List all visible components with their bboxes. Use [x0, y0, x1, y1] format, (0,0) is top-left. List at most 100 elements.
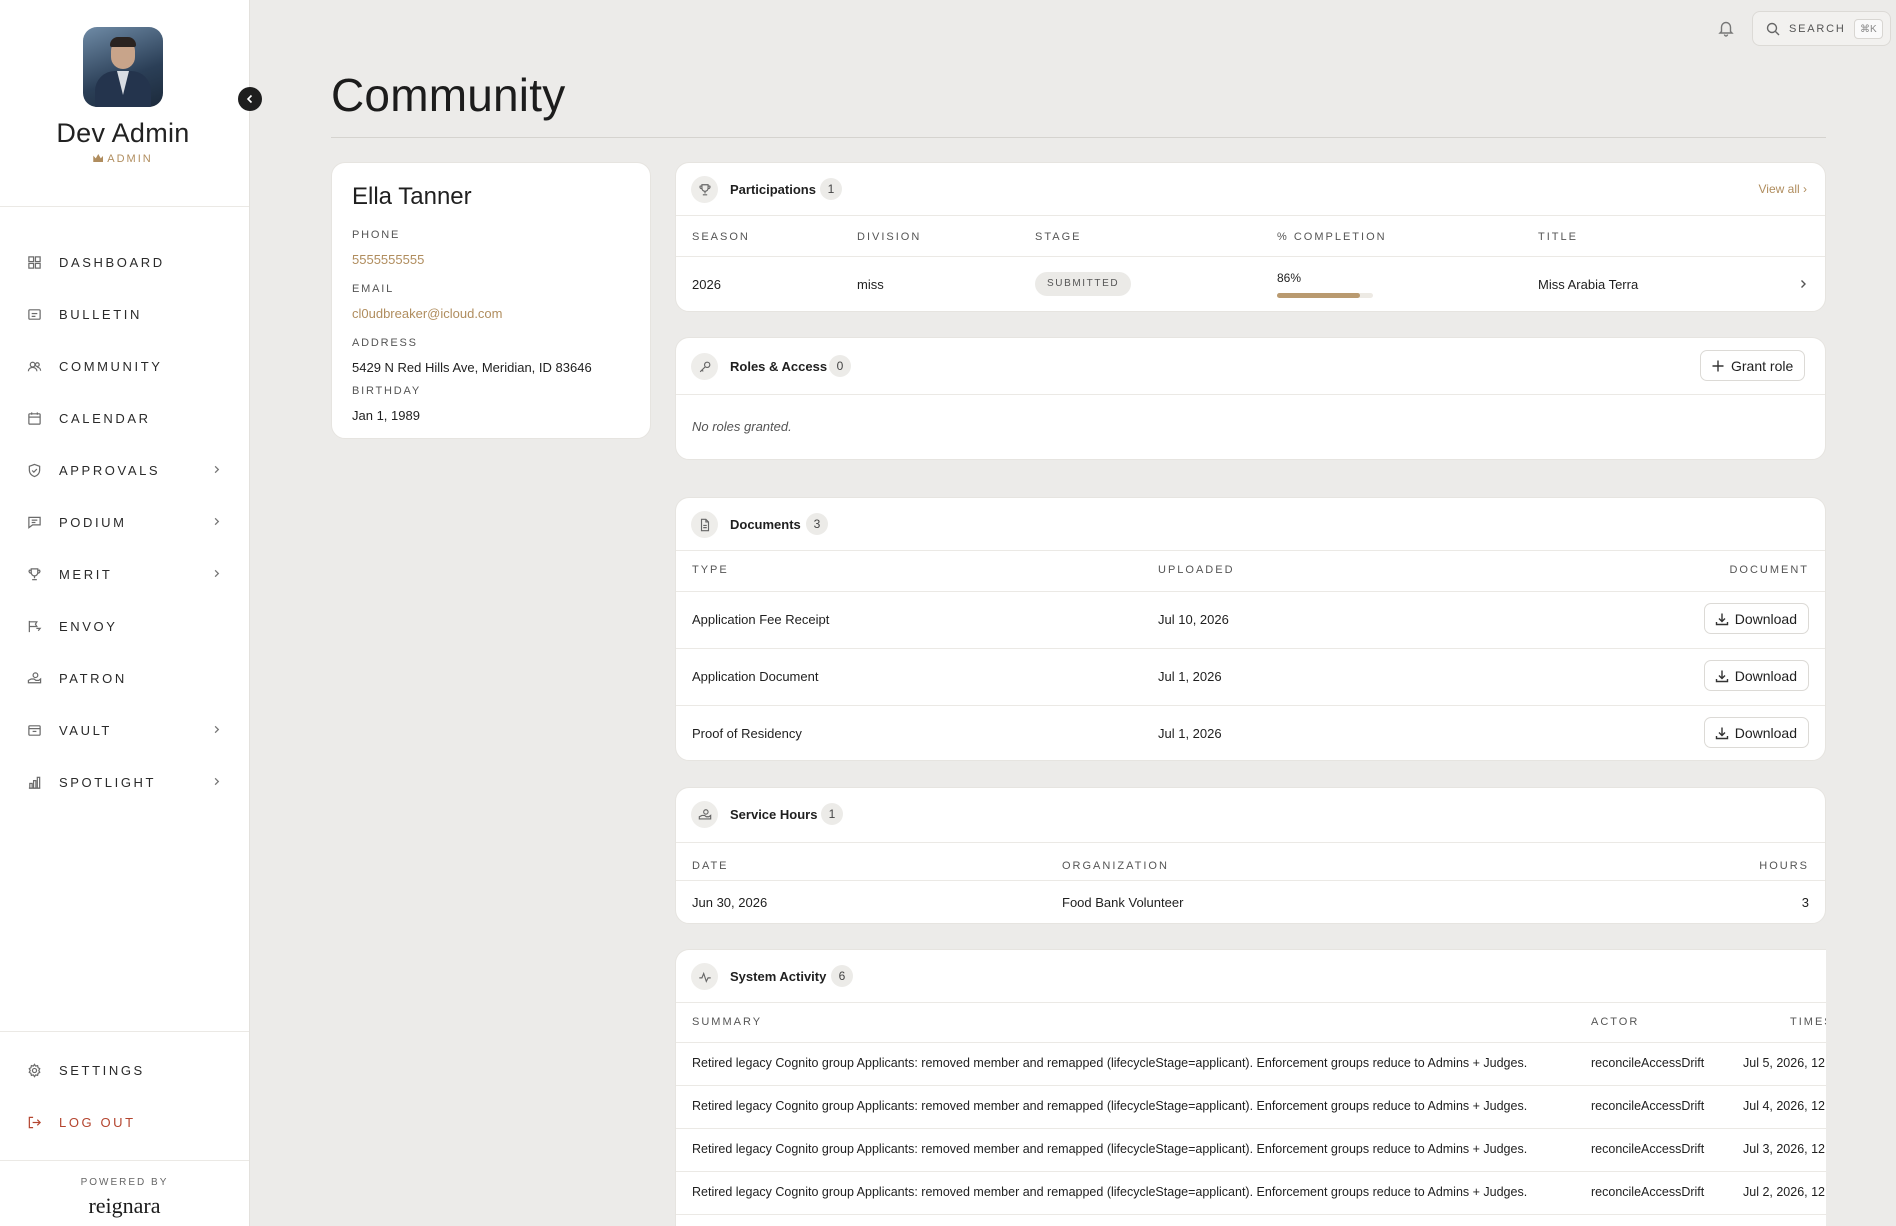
sidebar-item-calendar[interactable]: CALENDAR — [0, 398, 248, 438]
card-header: Service Hours 1 — [676, 788, 1825, 843]
email-link[interactable]: cl0udbreaker@icloud.com — [352, 306, 503, 321]
phone-link[interactable]: 5555555555 — [352, 252, 424, 267]
gear-icon — [28, 1063, 41, 1078]
powered-by: POWERED BY reignara — [0, 1160, 249, 1226]
sidebar-item-dashboard[interactable]: DASHBOARD — [0, 242, 248, 282]
sidebar-item-label: ENVOY — [59, 618, 118, 634]
stage-badge: SUBMITTED — [1035, 272, 1132, 296]
document-type: Application Fee Receipt — [692, 612, 830, 627]
podium-icon — [28, 516, 41, 529]
calendar-icon — [28, 412, 41, 425]
view-all-link[interactable]: View all › — [1759, 182, 1807, 196]
sidebar-item-label: VAULT — [59, 722, 112, 738]
profile-section: Dev Admin ADMIN — [0, 0, 249, 207]
sidebar-item-bulletin[interactable]: BULLETIN — [0, 294, 248, 334]
sidebar-item-community[interactable]: COMMUNITY — [0, 346, 248, 386]
sidebar-item-approvals[interactable]: APPROVALS — [0, 450, 248, 490]
empty-state: No roles granted. — [692, 419, 792, 434]
activity-summary: Retired legacy Cognito group Applicants:… — [692, 1185, 1528, 1199]
column-header: ORGANIZATION — [1062, 860, 1169, 872]
column-header: TIMES — [1790, 1016, 1826, 1028]
document-uploaded: Jul 1, 2026 — [1158, 726, 1222, 741]
activity-actor: reconcileAccessDrift — [1591, 1099, 1705, 1113]
profile-role: ADMIN — [0, 153, 246, 165]
bell-icon[interactable] — [1717, 19, 1735, 37]
logout-icon — [28, 1116, 41, 1129]
column-header: DATE — [692, 860, 729, 872]
row-divider — [676, 256, 1825, 257]
page-title: Community — [331, 69, 566, 121]
activity-actor: reconcileAccessDrift — [1591, 1056, 1705, 1070]
column-header: TITLE — [1538, 231, 1578, 243]
search-button[interactable]: SEARCH ⌘K — [1752, 11, 1891, 46]
logout-button[interactable]: LOG OUT — [0, 1102, 248, 1142]
sidebar-item-settings[interactable]: SETTINGS — [0, 1050, 248, 1090]
dashboard-icon — [28, 256, 41, 269]
column-header: ACTOR — [1591, 1016, 1640, 1028]
sidebar-item-label: CALENDAR — [59, 410, 151, 426]
sidebar-item-patron[interactable]: PATRON — [0, 658, 248, 698]
address-label: ADDRESS — [352, 337, 418, 349]
service-date: Jun 30, 2026 — [692, 895, 768, 910]
progress-fill — [1277, 293, 1360, 298]
sidebar-item-merit[interactable]: MERIT — [0, 554, 248, 594]
plus-icon — [1712, 360, 1724, 371]
sidebar-item-label: BULLETIN — [59, 306, 142, 322]
birthday-value: Jan 1, 1989 — [352, 408, 420, 423]
download-button[interactable]: Download — [1703, 603, 1809, 634]
document-uploaded: Jul 10, 2026 — [1158, 612, 1229, 627]
activity-time: Jul 2, 2026, 12 — [1743, 1185, 1826, 1199]
download-button[interactable]: Download — [1703, 717, 1809, 748]
division-cell: miss — [857, 277, 884, 292]
brand-logo[interactable]: reignara — [0, 1193, 249, 1219]
sidebar-item-envoy[interactable]: ENVOY — [0, 606, 248, 646]
download-button[interactable]: Download — [1703, 660, 1809, 691]
count-badge: 1 — [821, 803, 843, 825]
activity-actor: reconcileAccessDrift — [1591, 1142, 1705, 1156]
card-title: System Activity — [730, 969, 827, 984]
logout-label: LOG OUT — [59, 1114, 136, 1130]
sidebar-item-label: MERIT — [59, 566, 113, 582]
community-icon — [27, 361, 42, 372]
card-header: Roles & Access 0 Grant role — [676, 338, 1825, 395]
avatar — [83, 27, 163, 107]
title-divider — [331, 137, 1826, 138]
chevron-left-icon — [246, 94, 253, 104]
bar-chart-icon — [28, 776, 41, 789]
powered-by-label: POWERED BY — [80, 1177, 169, 1188]
row-divider — [676, 591, 1825, 592]
sidebar-item-podium[interactable]: PODIUM — [0, 502, 248, 542]
participations-card: Participations 1 View all › SEASON DIVIS… — [675, 162, 1826, 312]
document-uploaded: Jul 1, 2026 — [1158, 669, 1222, 684]
row-divider — [676, 705, 1825, 706]
system-activity-card: System Activity 6 SUMMARY ACTOR TIMES Re… — [675, 949, 1826, 1226]
sidebar-item-vault[interactable]: VAULT — [0, 710, 248, 750]
patron-icon — [27, 672, 42, 684]
activity-time: Jul 3, 2026, 12 — [1743, 1142, 1826, 1156]
key-icon — [691, 353, 718, 380]
profile-name: Dev Admin — [56, 118, 190, 148]
email-label: EMAIL — [352, 283, 395, 295]
search-shortcut: ⌘K — [1854, 19, 1883, 39]
service-hours-card: Service Hours 1 DATE ORGANIZATION HOURS … — [675, 787, 1826, 924]
card-title: Service Hours — [730, 807, 818, 822]
card-title: Roles & Access — [730, 359, 828, 374]
documents-card: Documents 3 TYPE UPLOADED DOCUMENT Appli… — [675, 497, 1826, 761]
column-header: HOURS — [1759, 860, 1809, 872]
chevron-right-icon — [214, 725, 220, 734]
grant-role-button[interactable]: Grant role — [1700, 350, 1806, 381]
document-type: Application Document — [692, 669, 819, 684]
card-header: Participations 1 View all › — [676, 163, 1825, 216]
row-divider — [676, 1171, 1826, 1172]
activity-actor: reconcileAccessDrift — [1591, 1185, 1705, 1199]
activity-summary: Retired legacy Cognito group Applicants:… — [692, 1142, 1528, 1156]
sidebar-bottom-divider — [0, 1031, 249, 1032]
column-header: TYPE — [692, 564, 729, 576]
card-title: Documents — [730, 517, 801, 532]
column-header: SUMMARY — [692, 1016, 763, 1028]
collapse-sidebar-button[interactable] — [238, 87, 262, 111]
search-icon — [1766, 22, 1780, 36]
activity-summary: Retired legacy Cognito group Applicants:… — [692, 1056, 1528, 1070]
card-header: System Activity 6 — [676, 950, 1826, 1003]
sidebar-item-spotlight[interactable]: SPOTLIGHT — [0, 762, 248, 802]
